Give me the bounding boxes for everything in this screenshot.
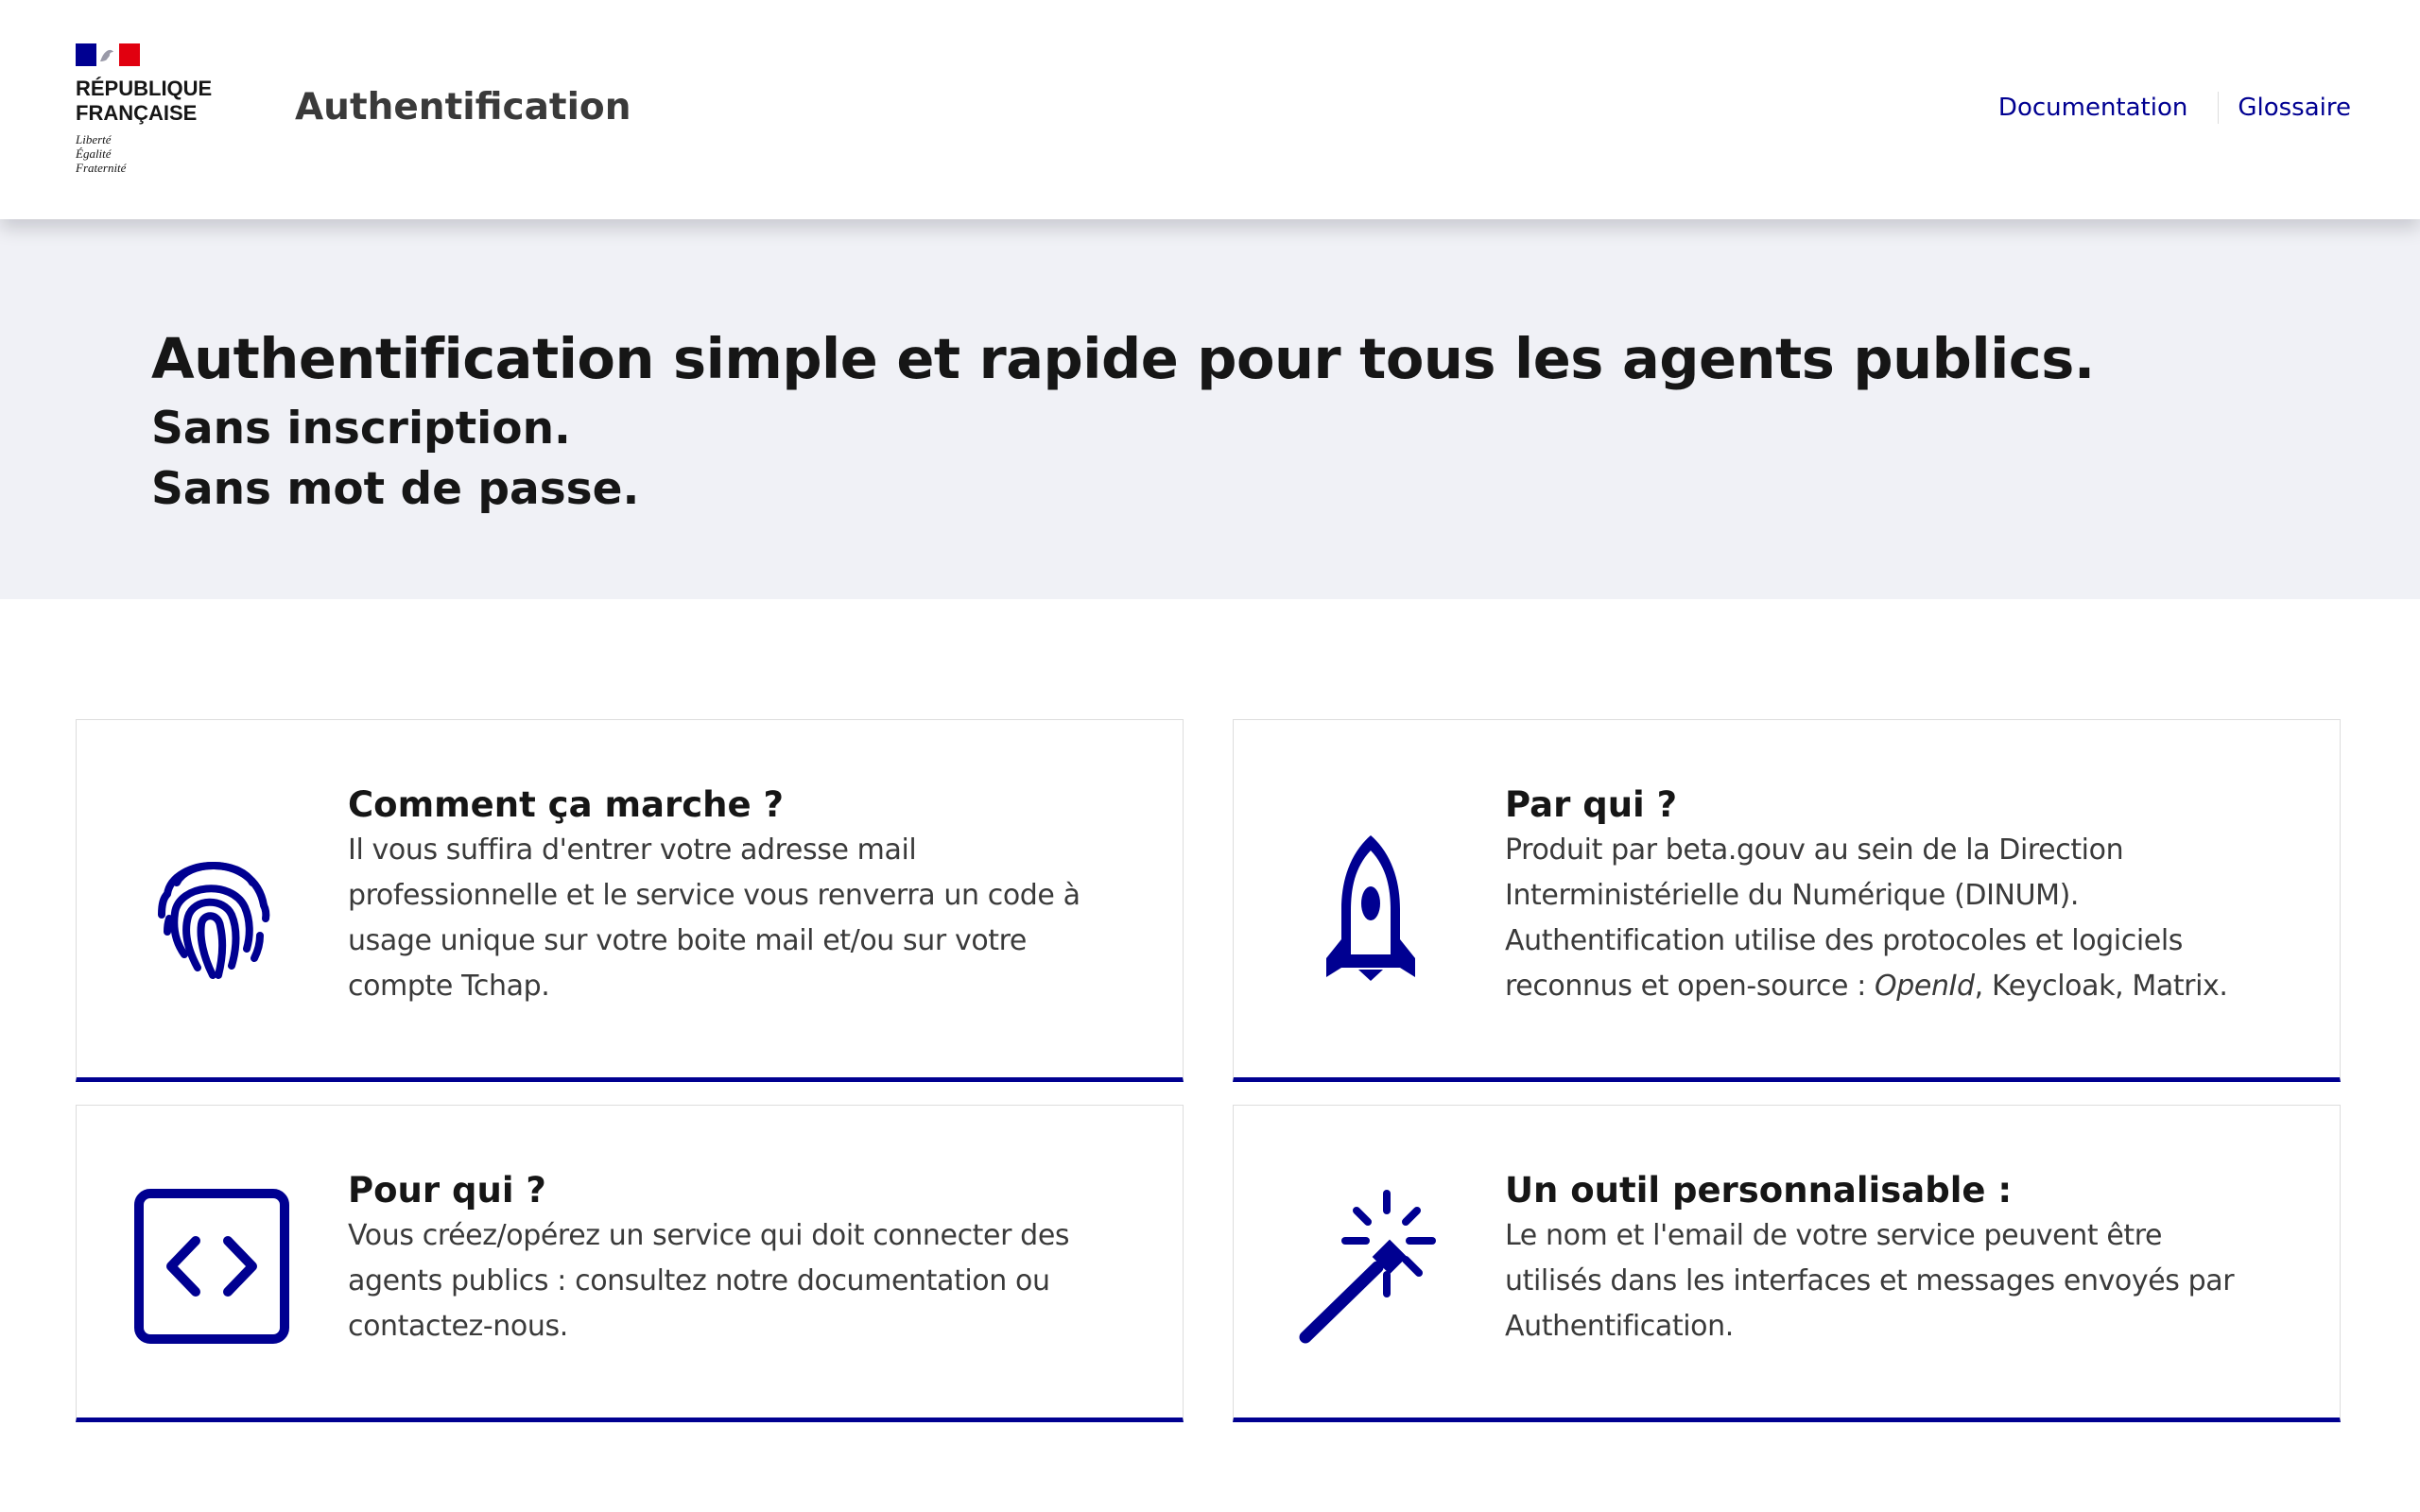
motto-liberte: Liberté (76, 132, 112, 146)
logo-name-line2: FRANÇAISE (76, 101, 198, 125)
motto-egalite: Égalité (76, 146, 112, 161)
site-header: RÉPUBLIQUE FRANÇAISE Liberté Égalité Fra… (0, 0, 2420, 219)
motto-fraternite: Fraternité (76, 161, 127, 175)
hero-subtitle-line2: Sans mot de passe. (151, 463, 640, 515)
card-text-segment: , Keycloak, Matrix. (1974, 970, 2228, 1003)
republique-francaise-logo[interactable]: RÉPUBLIQUE FRANÇAISE Liberté Égalité Fra… (76, 43, 227, 185)
card-description: Produit par beta.gouv au sein de la Dire… (1505, 828, 2318, 1009)
card-pour-qui: Pour qui ? Vous créez/opérez un service … (76, 1105, 1184, 1422)
card-text-line: Le nom et l'email de votre service peuve… (1505, 1219, 2163, 1252)
code-icon (133, 1186, 294, 1347)
nav-documentation-link[interactable]: Documentation (1998, 89, 2187, 127)
magic-wand-icon (1290, 1186, 1451, 1347)
logo-name-line1: RÉPUBLIQUE (76, 77, 213, 100)
card-text-line: Interministérielle du Numérique (DINUM). (1505, 879, 2080, 912)
card-text-line: compte Tchap. (348, 970, 550, 1003)
card-comment-ca-marche: Comment ça marche ? Il vous suffira d'en… (76, 719, 1184, 1082)
card-text-segment: reconnus et open-source : (1505, 970, 1876, 1003)
hero-banner: Authentification simple et rapide pour t… (0, 219, 2420, 599)
hero-subtitle-line1: Sans inscription. (151, 403, 571, 455)
nav-glossaire-link[interactable]: Glossaire (2238, 89, 2351, 127)
marianne-flag-icon (76, 43, 140, 66)
card-par-qui: Par qui ? Produit par beta.gouv au sein … (1233, 719, 2341, 1082)
rocket-icon (1290, 824, 1451, 985)
service-title[interactable]: Authentification (295, 83, 631, 132)
card-description: Le nom et l'email de votre service peuve… (1505, 1213, 2318, 1349)
card-description: Vous créez/opérez un service qui doit co… (348, 1213, 1161, 1349)
card-description: Il vous suffira d'entrer votre adresse m… (348, 828, 1161, 1009)
card-title: Pour qui ? (348, 1170, 546, 1211)
card-text-line: Authentification. (1505, 1310, 1734, 1343)
card-text-line: reconnus et open-source : OpenId, Keyclo… (1505, 964, 2318, 1009)
openid-emphasis: OpenId (1875, 970, 1975, 1003)
card-text-line: contactez-nous. (348, 1310, 568, 1343)
card-text-line: Produit par beta.gouv au sein de la Dire… (1505, 833, 2124, 867)
card-title: Par qui ? (1505, 784, 1678, 825)
marianne-profile-icon (100, 49, 113, 61)
hero-title: Authentification simple et rapide pour t… (151, 326, 2095, 391)
fingerprint-icon (133, 824, 294, 985)
logo-name: RÉPUBLIQUE FRANÇAISE (76, 77, 255, 126)
header-nav: Documentation Glossaire (1998, 89, 2351, 127)
card-text-line: usage unique sur votre boite mail et/ou … (348, 924, 1027, 957)
card-title: Comment ça marche ? (348, 784, 784, 825)
card-text-line: Vous créez/opérez un service qui doit co… (348, 1219, 1070, 1252)
card-text-line: agents publics : consultez notre documen… (348, 1264, 1050, 1297)
nav-separator (2218, 92, 2220, 124)
card-outil-personnalisable: Un outil personnalisable : Le nom et l'e… (1233, 1105, 2341, 1422)
card-text-line: Il vous suffira d'entrer votre adresse m… (348, 833, 917, 867)
card-text-line: Authentification utilise des protocoles … (1505, 924, 2183, 957)
card-text-line: professionnelle et le service vous renve… (348, 879, 1080, 912)
card-text-line: utilisés dans les interfaces et messages… (1505, 1264, 2235, 1297)
card-title: Un outil personnalisable : (1505, 1170, 2013, 1211)
logo-motto: Liberté Égalité Fraternité (76, 132, 126, 175)
